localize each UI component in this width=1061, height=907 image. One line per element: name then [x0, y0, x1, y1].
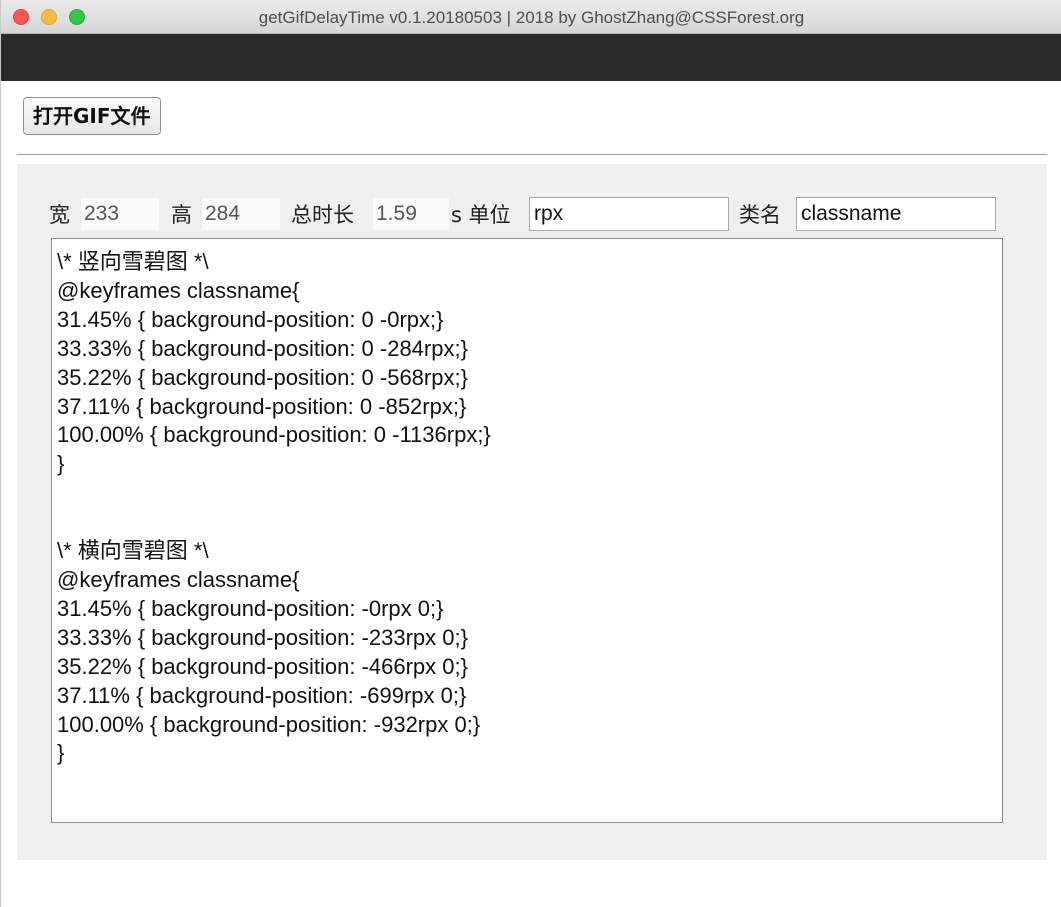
section-divider: [17, 154, 1047, 156]
open-gif-button[interactable]: 打开GIF文件: [23, 97, 161, 135]
unit-label: s 单位: [451, 203, 511, 227]
duration-label: 总时长: [291, 203, 354, 227]
app-window: getGifDelayTime v0.1.20180503 | 2018 by …: [0, 0, 1061, 907]
width-value: 233: [81, 198, 159, 230]
classname-input[interactable]: [796, 197, 996, 231]
unit-input[interactable]: [529, 197, 729, 231]
keyframes-output-textarea[interactable]: \* 竖向雪碧图 *\ @keyframes classname{ 31.45%…: [51, 238, 1003, 823]
width-label: 宽: [49, 203, 70, 227]
title-bar[interactable]: getGifDelayTime v0.1.20180503 | 2018 by …: [1, 0, 1061, 34]
dark-toolbar-strip: [1, 34, 1061, 81]
height-label: 高: [171, 203, 192, 227]
window-title: getGifDelayTime v0.1.20180503 | 2018 by …: [258, 8, 805, 27]
classname-label: 类名: [739, 203, 781, 227]
height-value: 284: [202, 198, 280, 230]
duration-value: 1.59: [373, 198, 449, 230]
